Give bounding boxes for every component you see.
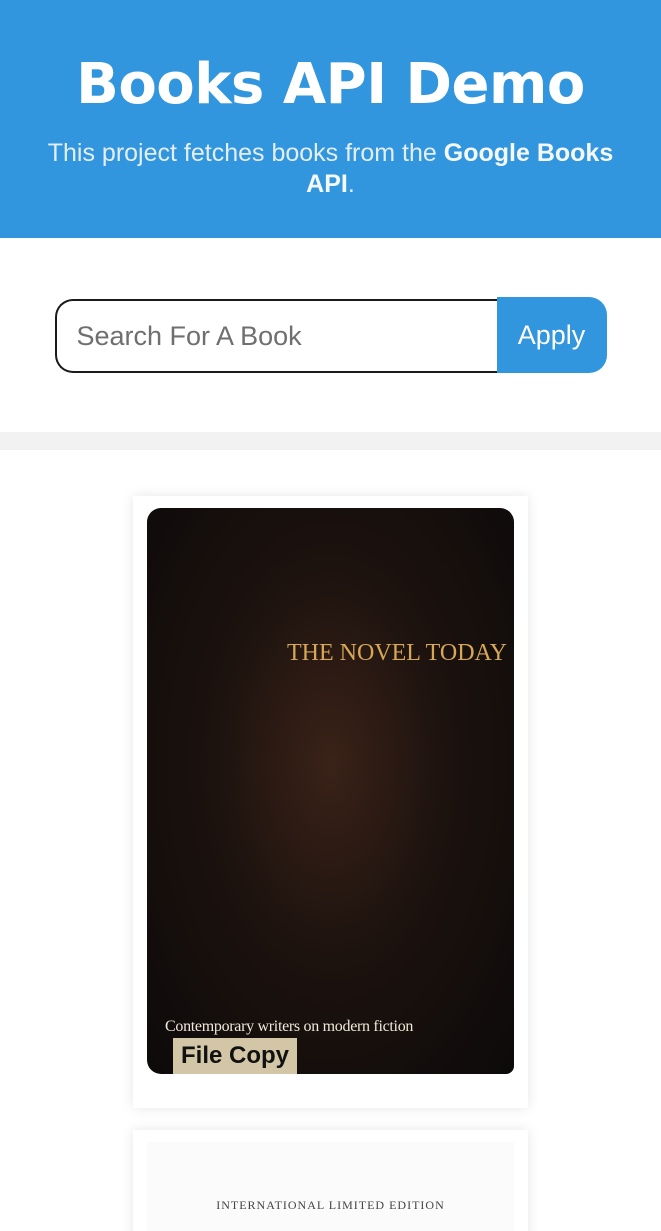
cover-title: THE NOVEL TODAY [287,640,507,666]
search-section: Apply [0,238,661,432]
section-divider [0,432,661,450]
page-description: This project fetches books from the Goog… [31,138,631,200]
description-prefix: This project fetches books from the [47,139,444,167]
description-suffix: . [347,170,355,198]
book-cover-image[interactable]: THE NOVEL TODAY Contemporary writers on … [147,508,514,1074]
book-results: THE NOVEL TODAY Contemporary writers on … [0,450,661,1231]
file-copy-sticker: File Copy [173,1038,298,1074]
search-form: Apply [54,297,607,373]
book-card[interactable]: INTERNATIONAL LIMITED EDITION [133,1130,528,1231]
page-title: Books API Demo [76,52,585,117]
cover-subtitle: Contemporary writers on modern fiction [165,1018,414,1035]
search-input[interactable] [54,299,497,373]
page-header: Books API Demo This project fetches book… [0,0,661,238]
book-card[interactable]: THE NOVEL TODAY Contemporary writers on … [133,496,528,1108]
cover-edition: INTERNATIONAL LIMITED EDITION [216,1198,445,1212]
apply-button[interactable]: Apply [496,297,607,373]
book-cover-image[interactable]: INTERNATIONAL LIMITED EDITION [147,1142,514,1231]
